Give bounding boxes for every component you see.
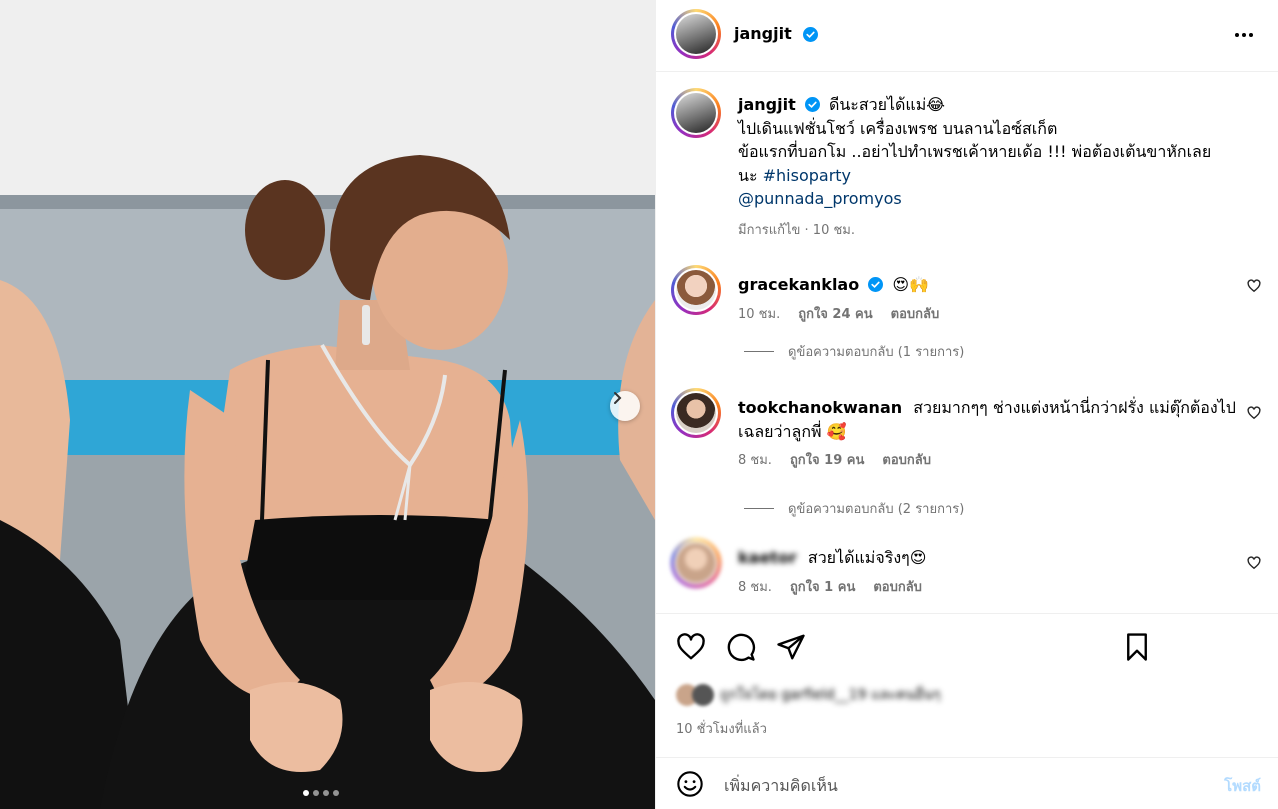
comment-time: 8 ชม.: [738, 579, 772, 595]
mention-link[interactable]: @punnada_promyos: [738, 187, 1238, 211]
view-replies-label: ดูข้อความตอบกลับ (1 รายการ): [788, 345, 965, 360]
replies-divider: [744, 351, 774, 352]
caption-line: ไปเดินแฟชั่นโชว์ เครื่องเพรช บนลานไอซ์สเ…: [738, 118, 1058, 138]
post-comment-button[interactable]: โพสต์: [1224, 774, 1261, 798]
add-comment-bar: โพสต์: [656, 757, 1278, 809]
post-photo[interactable]: [0, 0, 655, 809]
more-options-button[interactable]: [1233, 24, 1255, 49]
author-avatar[interactable]: [671, 9, 721, 59]
post-actions: ถูกใจโดย garfield__19 และคนอื่นๆ 10 ชั่ว…: [656, 613, 1278, 763]
comment-username[interactable]: kaetor: [738, 548, 797, 567]
comment-time: 8 ชม.: [738, 453, 772, 468]
comment-like-button[interactable]: [1247, 279, 1261, 296]
chevron-right-icon: [614, 392, 622, 404]
heart-icon: [1247, 406, 1261, 420]
save-button[interactable]: [1122, 632, 1152, 665]
carousel-dot: [323, 790, 329, 796]
comment-like-button[interactable]: [1247, 406, 1261, 423]
carousel-dot: [333, 790, 339, 796]
caption-line: ข้อแรกที่บอกโม ..อย่าไปทำเพรชเค้าหายเด้อ…: [738, 142, 1212, 161]
share-icon: [777, 634, 805, 660]
commenter-avatar[interactable]: [671, 388, 721, 438]
commenter-avatar[interactable]: [671, 265, 721, 315]
replies-divider: [744, 508, 774, 509]
comment-body: kaetor สวยได้แม่จริงๆ😍 8 ชม. ถูกใจ 1 คน …: [738, 546, 1238, 599]
heart-icon: [677, 633, 705, 660]
comment-text: สวยได้แม่จริงๆ😍: [807, 548, 927, 567]
carousel-next-button[interactable]: [610, 391, 640, 421]
comment-like-button[interactable]: [1247, 556, 1261, 573]
heart-icon: [1247, 556, 1261, 570]
verified-badge-icon: [804, 97, 820, 112]
view-replies-button[interactable]: ดูข้อความตอบกลับ (1 รายการ): [744, 341, 964, 362]
heart-icon: [1247, 279, 1261, 293]
view-replies-button[interactable]: ดูข้อความตอบกลับ (2 รายการ): [744, 498, 964, 519]
author-username[interactable]: jangjit: [734, 24, 792, 43]
comment-time: 10 ชม.: [738, 306, 781, 322]
post-side-panel: jangjit jangjit ดีนะสวยได้แม่😂 ไปเดินแฟช…: [655, 0, 1278, 809]
post-header: jangjit: [656, 0, 1278, 72]
post-photo-illustration: [0, 0, 655, 809]
comment-button[interactable]: [726, 632, 756, 665]
liked-by[interactable]: ถูกใจโดย garfield__19 และคนอื่นๆ: [676, 684, 941, 706]
verified-badge-icon: [803, 27, 818, 42]
comment-meta: 10 ชม. ถูกใจ 24 คน ตอบกลับ: [738, 303, 1238, 327]
share-button[interactable]: [776, 632, 806, 665]
like-button[interactable]: [676, 632, 706, 665]
comment-body: tookchanokwanan สวยมากๆๆ ช่างแต่งหน้านี่…: [738, 396, 1238, 473]
comment-likes[interactable]: ถูกใจ 24 คน: [798, 303, 872, 327]
carousel-dot: [303, 790, 309, 796]
emoji-button[interactable]: [676, 770, 704, 801]
comment-reply-button[interactable]: ตอบกลับ: [873, 576, 922, 600]
liker-avatar: [692, 684, 714, 706]
verified-badge-icon: [868, 277, 884, 292]
comment-likes[interactable]: ถูกใจ 19 คน: [790, 449, 864, 473]
carousel-dots: [303, 790, 339, 796]
caption-username[interactable]: jangjit: [738, 95, 796, 114]
comment-icon: [727, 633, 756, 662]
comment-likes[interactable]: ถูกใจ 1 คน: [790, 576, 855, 600]
comment-username[interactable]: tookchanokwanan: [738, 398, 902, 417]
comment-body: gracekanklao 😍🙌 10 ชม. ถูกใจ 24 คน ตอบกล…: [738, 273, 1238, 326]
comment-text: 😍🙌: [892, 275, 930, 294]
caption-line: ดีนะสวยได้แม่😂: [828, 95, 945, 114]
comment-username[interactable]: gracekanklao: [738, 275, 859, 294]
comment-reply-button[interactable]: ตอบกลับ: [882, 449, 931, 473]
more-horizontal-icon: [1235, 33, 1253, 37]
view-replies-label: ดูข้อความตอบกลับ (2 รายการ): [788, 502, 965, 517]
emoji-smile-icon: [677, 771, 703, 797]
commenter-avatar[interactable]: [671, 538, 721, 588]
liked-by-text: ถูกใจโดย garfield__19 และคนอื่นๆ: [720, 687, 941, 703]
comments-section[interactable]: jangjit ดีนะสวยได้แม่😂 ไปเดินแฟชั่นโชว์ …: [656, 73, 1278, 613]
caption-line: นะ: [738, 165, 758, 185]
comment-input[interactable]: [724, 772, 1194, 798]
post-time[interactable]: 10 ชั่วโมงที่แล้ว: [676, 718, 767, 739]
comment-meta: 8 ชม. ถูกใจ 19 คน ตอบกลับ: [738, 449, 1238, 473]
bookmark-icon: [1127, 633, 1147, 661]
comment-meta: 8 ชม. ถูกใจ 1 คน ตอบกลับ: [738, 576, 1238, 600]
caption-text: jangjit ดีนะสวยได้แม่😂 ไปเดินแฟชั่นโชว์ …: [738, 93, 1238, 242]
carousel-dot: [313, 790, 319, 796]
caption-meta: มีการแก้ไข · 10 ชม.: [738, 222, 855, 238]
caption-author-avatar[interactable]: [671, 88, 721, 138]
comment-reply-button[interactable]: ตอบกลับ: [891, 303, 940, 327]
hashtag-link[interactable]: #hisoparty: [763, 166, 851, 185]
